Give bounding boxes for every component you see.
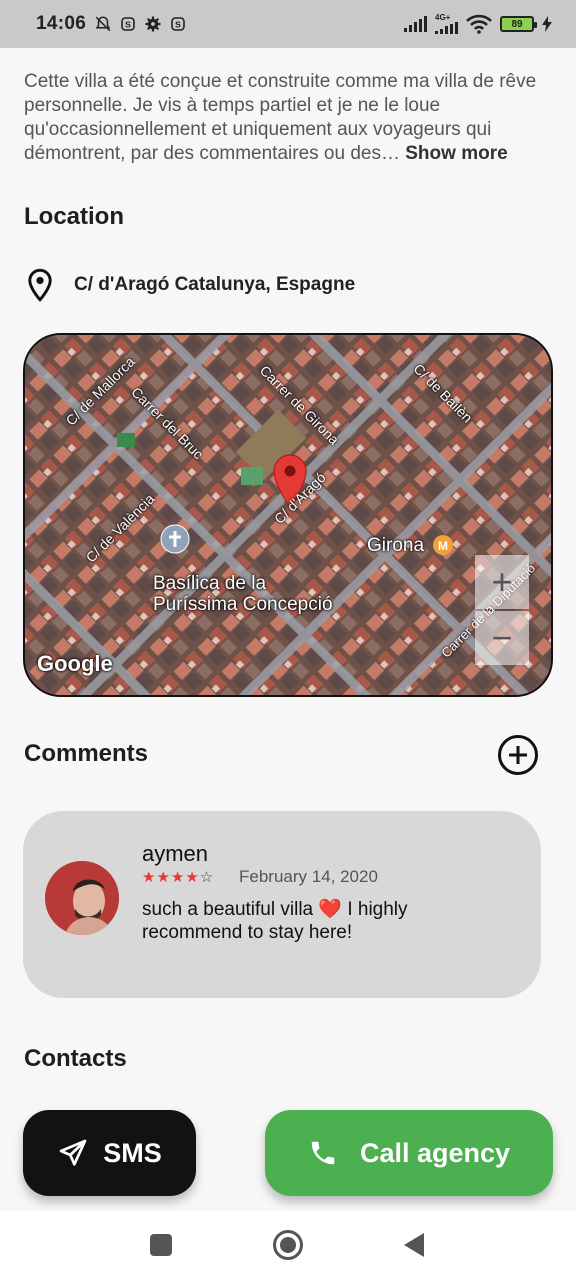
star-filled-icon: ★★★★: [142, 869, 200, 886]
status-notification-icons: S S: [94, 15, 186, 33]
home-button[interactable]: [273, 1230, 303, 1260]
status-bar: 14:06 S S 4G+ 89: [0, 0, 576, 48]
system-nav-bar: [0, 1211, 576, 1280]
metro-station-label: Girona: [367, 535, 425, 556]
comment-rating: ★★★★☆: [142, 868, 214, 886]
battery-icon: 89: [500, 16, 537, 32]
zoom-out-button[interactable]: −: [475, 611, 529, 665]
zoom-in-button[interactable]: +: [475, 555, 529, 609]
status-time: 14:06: [36, 13, 87, 34]
app-s-icon-2: S: [171, 17, 185, 31]
send-icon: [59, 1139, 87, 1166]
signal-icon: [404, 16, 427, 32]
metro-icon: M: [438, 539, 448, 553]
recents-button[interactable]: [150, 1234, 172, 1256]
wifi-icon: [466, 14, 492, 34]
comments-title: Comments: [24, 740, 149, 767]
location-address: C/ d'Aragó Catalunya, Espagne: [74, 274, 356, 295]
comment-date: February 14, 2020: [239, 867, 378, 886]
plus-icon: [509, 746, 527, 764]
svg-text:S: S: [175, 19, 181, 29]
status-system-icons: 4G+ 89: [404, 14, 552, 34]
charging-icon: [542, 16, 552, 32]
contacts-title: Contacts: [24, 1045, 127, 1072]
comment-text: such a beautiful villa ❤️ I highly recom…: [142, 899, 408, 943]
sms-button[interactable]: SMS: [23, 1110, 196, 1196]
comment-author: aymen: [142, 841, 209, 866]
call-agency-label: Call agency: [359, 1137, 511, 1168]
svg-text:S: S: [125, 19, 131, 29]
location-row: C/ d'Aragó Catalunya, Espagne: [26, 268, 355, 302]
location-title: Location: [24, 203, 124, 230]
avatar: [45, 861, 119, 935]
show-more-link[interactable]: Show more: [405, 143, 507, 164]
back-button[interactable]: [404, 1233, 424, 1257]
add-comment-button[interactable]: [498, 735, 538, 775]
comment-card: aymen ★★★★☆ February 14, 2020 such a bea…: [23, 811, 541, 998]
poi-label: Basílica de la Puríssima Concepció: [153, 573, 333, 615]
call-agency-button[interactable]: Call agency: [265, 1110, 553, 1196]
app-s-icon: S: [121, 17, 135, 31]
phone-icon: [311, 1141, 335, 1165]
location-pin-icon: [28, 268, 52, 302]
bell-muted-icon: [95, 16, 111, 32]
sms-label: SMS: [103, 1137, 162, 1168]
star-empty-icon: ☆: [199, 869, 215, 886]
google-logo: Google: [37, 651, 113, 676]
gear-icon: [145, 16, 161, 32]
map-view[interactable]: M C/ de Mallorca Carrer del Bruc Carrer …: [23, 333, 553, 697]
signal-4g-icon: 4G+: [435, 14, 458, 34]
property-description: Cette villa a été conçue et construite c…: [24, 70, 544, 166]
